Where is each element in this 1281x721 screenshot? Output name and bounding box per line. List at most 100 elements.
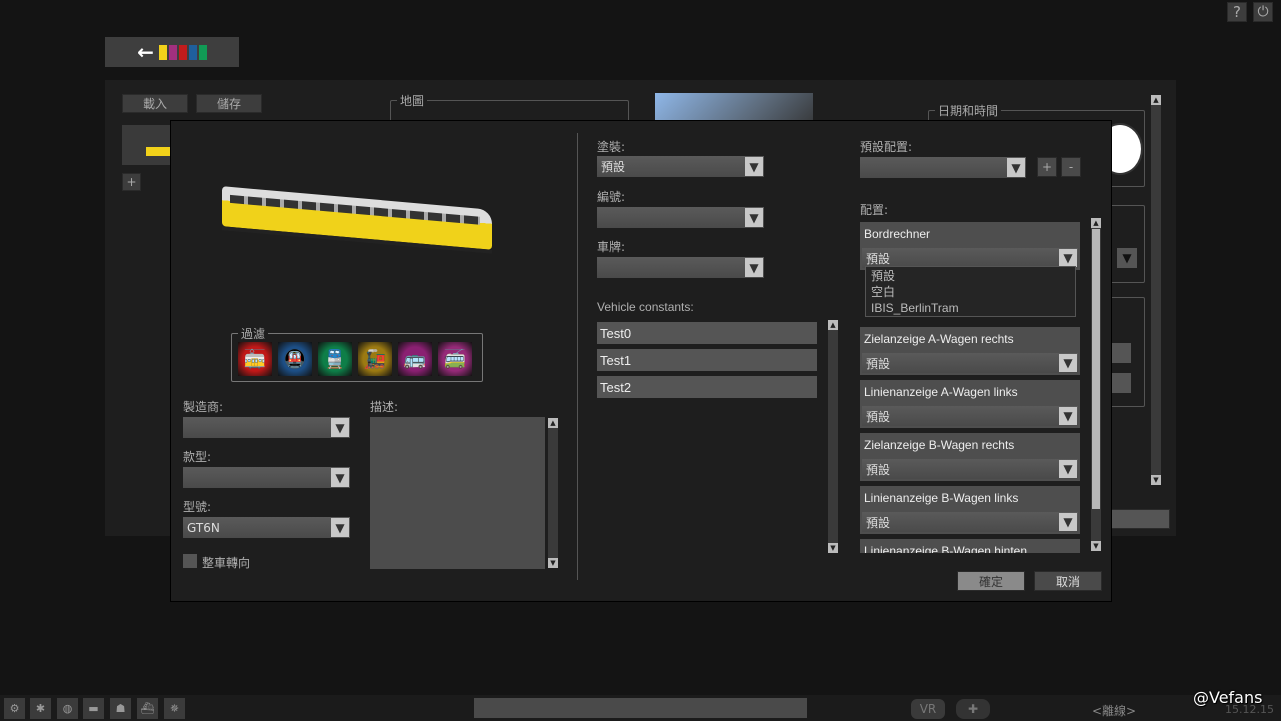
manufacturer-label: 製造商: xyxy=(183,400,224,414)
vr-button[interactable]: VR xyxy=(911,699,945,719)
livery-label: 塗裝: xyxy=(597,140,626,154)
config-item-value: 預設 xyxy=(866,515,891,530)
chevron-down-icon: ▼ xyxy=(331,518,349,537)
model-label: 款型: xyxy=(183,450,212,464)
color-stripes xyxy=(158,44,207,60)
award-icon[interactable]: ✵ xyxy=(164,698,185,719)
config-item-value: 預設 xyxy=(866,356,891,371)
save-button[interactable]: 儲存 xyxy=(196,94,262,113)
config-item: Zielanzeige B-Wagen rechts 預設 ▼ xyxy=(860,433,1080,481)
ship-icon[interactable]: ⛴ xyxy=(137,698,158,719)
preset-dropdown[interactable]: ▼ xyxy=(860,157,1026,178)
bug-icon[interactable]: ✱ xyxy=(30,698,51,719)
constant-item[interactable]: Test2 xyxy=(597,376,817,398)
chevron-down-icon: ▼ xyxy=(745,208,763,227)
description-label: 描述: xyxy=(370,400,399,414)
type-value: GT6N xyxy=(187,520,220,535)
dropdown-arrow-icon[interactable]: ▼ xyxy=(1117,248,1137,268)
chevron-down-icon: ▼ xyxy=(331,418,349,437)
progress-bar xyxy=(474,698,807,718)
plate-dropdown[interactable]: ▼ xyxy=(597,257,764,278)
back-arrow-icon: ← xyxy=(137,40,154,64)
config-item-value: 預設 xyxy=(866,251,891,266)
whole-turn-checkbox[interactable] xyxy=(183,554,197,568)
background-scrollbar[interactable]: ▲ ▼ xyxy=(1151,95,1161,485)
watermark: @Vefans xyxy=(1193,688,1263,707)
tram-filter-icon[interactable]: 🚋 xyxy=(238,342,272,376)
settings-icon[interactable]: ⚙ xyxy=(4,698,25,719)
constants-label: Vehicle constants: xyxy=(597,300,694,314)
config-item-dropdown[interactable]: 預設 ▼ xyxy=(862,353,1078,373)
help-button[interactable]: ? xyxy=(1227,2,1247,22)
doubledecker-bus-filter-icon[interactable]: 🚌 xyxy=(398,342,432,376)
back-button[interactable]: ← xyxy=(105,37,239,67)
description-textarea[interactable] xyxy=(370,417,545,569)
number-label: 編號: xyxy=(597,190,626,204)
config-item-title: Linienanzeige B-Wagen links xyxy=(864,491,1019,505)
type-dropdown[interactable]: GT6N ▼ xyxy=(183,517,350,538)
constant-item[interactable]: Test0 xyxy=(597,322,817,344)
plate-label: 車牌: xyxy=(597,240,626,254)
add-vehicle-button[interactable]: + xyxy=(122,173,141,191)
remove-preset-button[interactable]: - xyxy=(1061,157,1081,177)
trolleybus-filter-icon[interactable]: 🚎 xyxy=(438,342,472,376)
config-item: Linienanzeige B-Wagen hinten預設▼ xyxy=(860,539,1080,553)
color-stripe xyxy=(198,44,207,60)
config-scrollbar[interactable]: ▲ ▼ xyxy=(1091,218,1101,551)
config-item: Bordrechner 預設 ▼ xyxy=(860,222,1080,270)
config-item-value: 預設 xyxy=(866,409,891,424)
column-divider xyxy=(577,133,578,580)
color-stripe xyxy=(158,44,167,60)
subway-filter-icon[interactable]: 🚇 xyxy=(278,342,312,376)
add-preset-button[interactable]: + xyxy=(1037,157,1057,177)
config-item-title: Zielanzeige B-Wagen rechts xyxy=(864,438,1015,452)
config-item-dropdown[interactable]: 預設 ▼ xyxy=(862,406,1078,426)
option-default[interactable]: 預設 xyxy=(871,268,1070,284)
globe-icon[interactable]: ◍ xyxy=(57,698,78,719)
connection-status: <離線> xyxy=(1092,704,1137,718)
constants-scrollbar[interactable]: ▲ ▼ xyxy=(828,320,838,553)
config-options-list: 預設 空白 IBIS_BerlinTram xyxy=(865,266,1076,317)
config-item: Linienanzeige B-Wagen links 預設 ▼ xyxy=(860,486,1080,534)
train-filter-icon[interactable]: 🚆 xyxy=(318,342,352,376)
chevron-down-icon: ▼ xyxy=(745,157,763,176)
option-blank[interactable]: 空白 xyxy=(871,284,1070,300)
load-button[interactable]: 載入 xyxy=(122,94,188,113)
config-item-dropdown[interactable]: 預設 ▼ xyxy=(862,512,1078,532)
cancel-button[interactable]: 取消 xyxy=(1034,571,1102,591)
chat-icon[interactable]: ▬ xyxy=(83,698,104,719)
livery-value: 預設 xyxy=(601,160,626,174)
users-icon[interactable]: ☗ xyxy=(110,698,131,719)
config-item: Zielanzeige A-Wagen rechts 預設 ▼ xyxy=(860,327,1080,375)
config-item-dropdown[interactable]: 預設 ▼ xyxy=(862,248,1078,268)
filter-legend: 過濾 xyxy=(238,325,269,342)
chevron-down-icon: ▼ xyxy=(1059,354,1077,372)
power-button[interactable]: ⏻ xyxy=(1253,2,1273,22)
option-ibis[interactable]: IBIS_BerlinTram xyxy=(871,300,1070,316)
gamepad-icon[interactable]: ✚ xyxy=(956,699,990,719)
datetime-legend: 日期和時間 xyxy=(935,102,1002,119)
ok-button[interactable]: 確定 xyxy=(957,571,1025,591)
constant-item[interactable]: Test1 xyxy=(597,349,817,371)
config-label: 配置: xyxy=(860,203,889,217)
config-item-title: Linienanzeige A-Wagen links xyxy=(864,385,1018,399)
config-item-dropdown[interactable]: 預設 ▼ xyxy=(862,459,1078,479)
background-action-button[interactable] xyxy=(1110,509,1170,529)
color-stripe xyxy=(188,44,197,60)
manufacturer-dropdown[interactable]: ▼ xyxy=(183,417,350,438)
number-dropdown[interactable]: ▼ xyxy=(597,207,764,228)
config-item: Linienanzeige A-Wagen links 預設 ▼ xyxy=(860,380,1080,428)
preset-label: 預設配置: xyxy=(860,140,913,154)
livery-dropdown[interactable]: 預設 ▼ xyxy=(597,156,764,177)
type-label: 型號: xyxy=(183,500,212,514)
chevron-down-icon: ▼ xyxy=(1059,407,1077,425)
chevron-down-icon: ▼ xyxy=(745,258,763,277)
model-dropdown[interactable]: ▼ xyxy=(183,467,350,488)
config-item-title: Linienanzeige B-Wagen hinten xyxy=(864,544,1028,553)
chevron-down-icon: ▼ xyxy=(1059,460,1077,478)
locomotive-filter-icon[interactable]: 🚂 xyxy=(358,342,392,376)
description-scrollbar[interactable]: ▲ ▼ xyxy=(548,418,558,568)
chevron-down-icon: ▼ xyxy=(331,468,349,487)
config-item-value: 預設 xyxy=(866,462,891,477)
whole-turn-label: 整車轉向 xyxy=(202,556,251,570)
